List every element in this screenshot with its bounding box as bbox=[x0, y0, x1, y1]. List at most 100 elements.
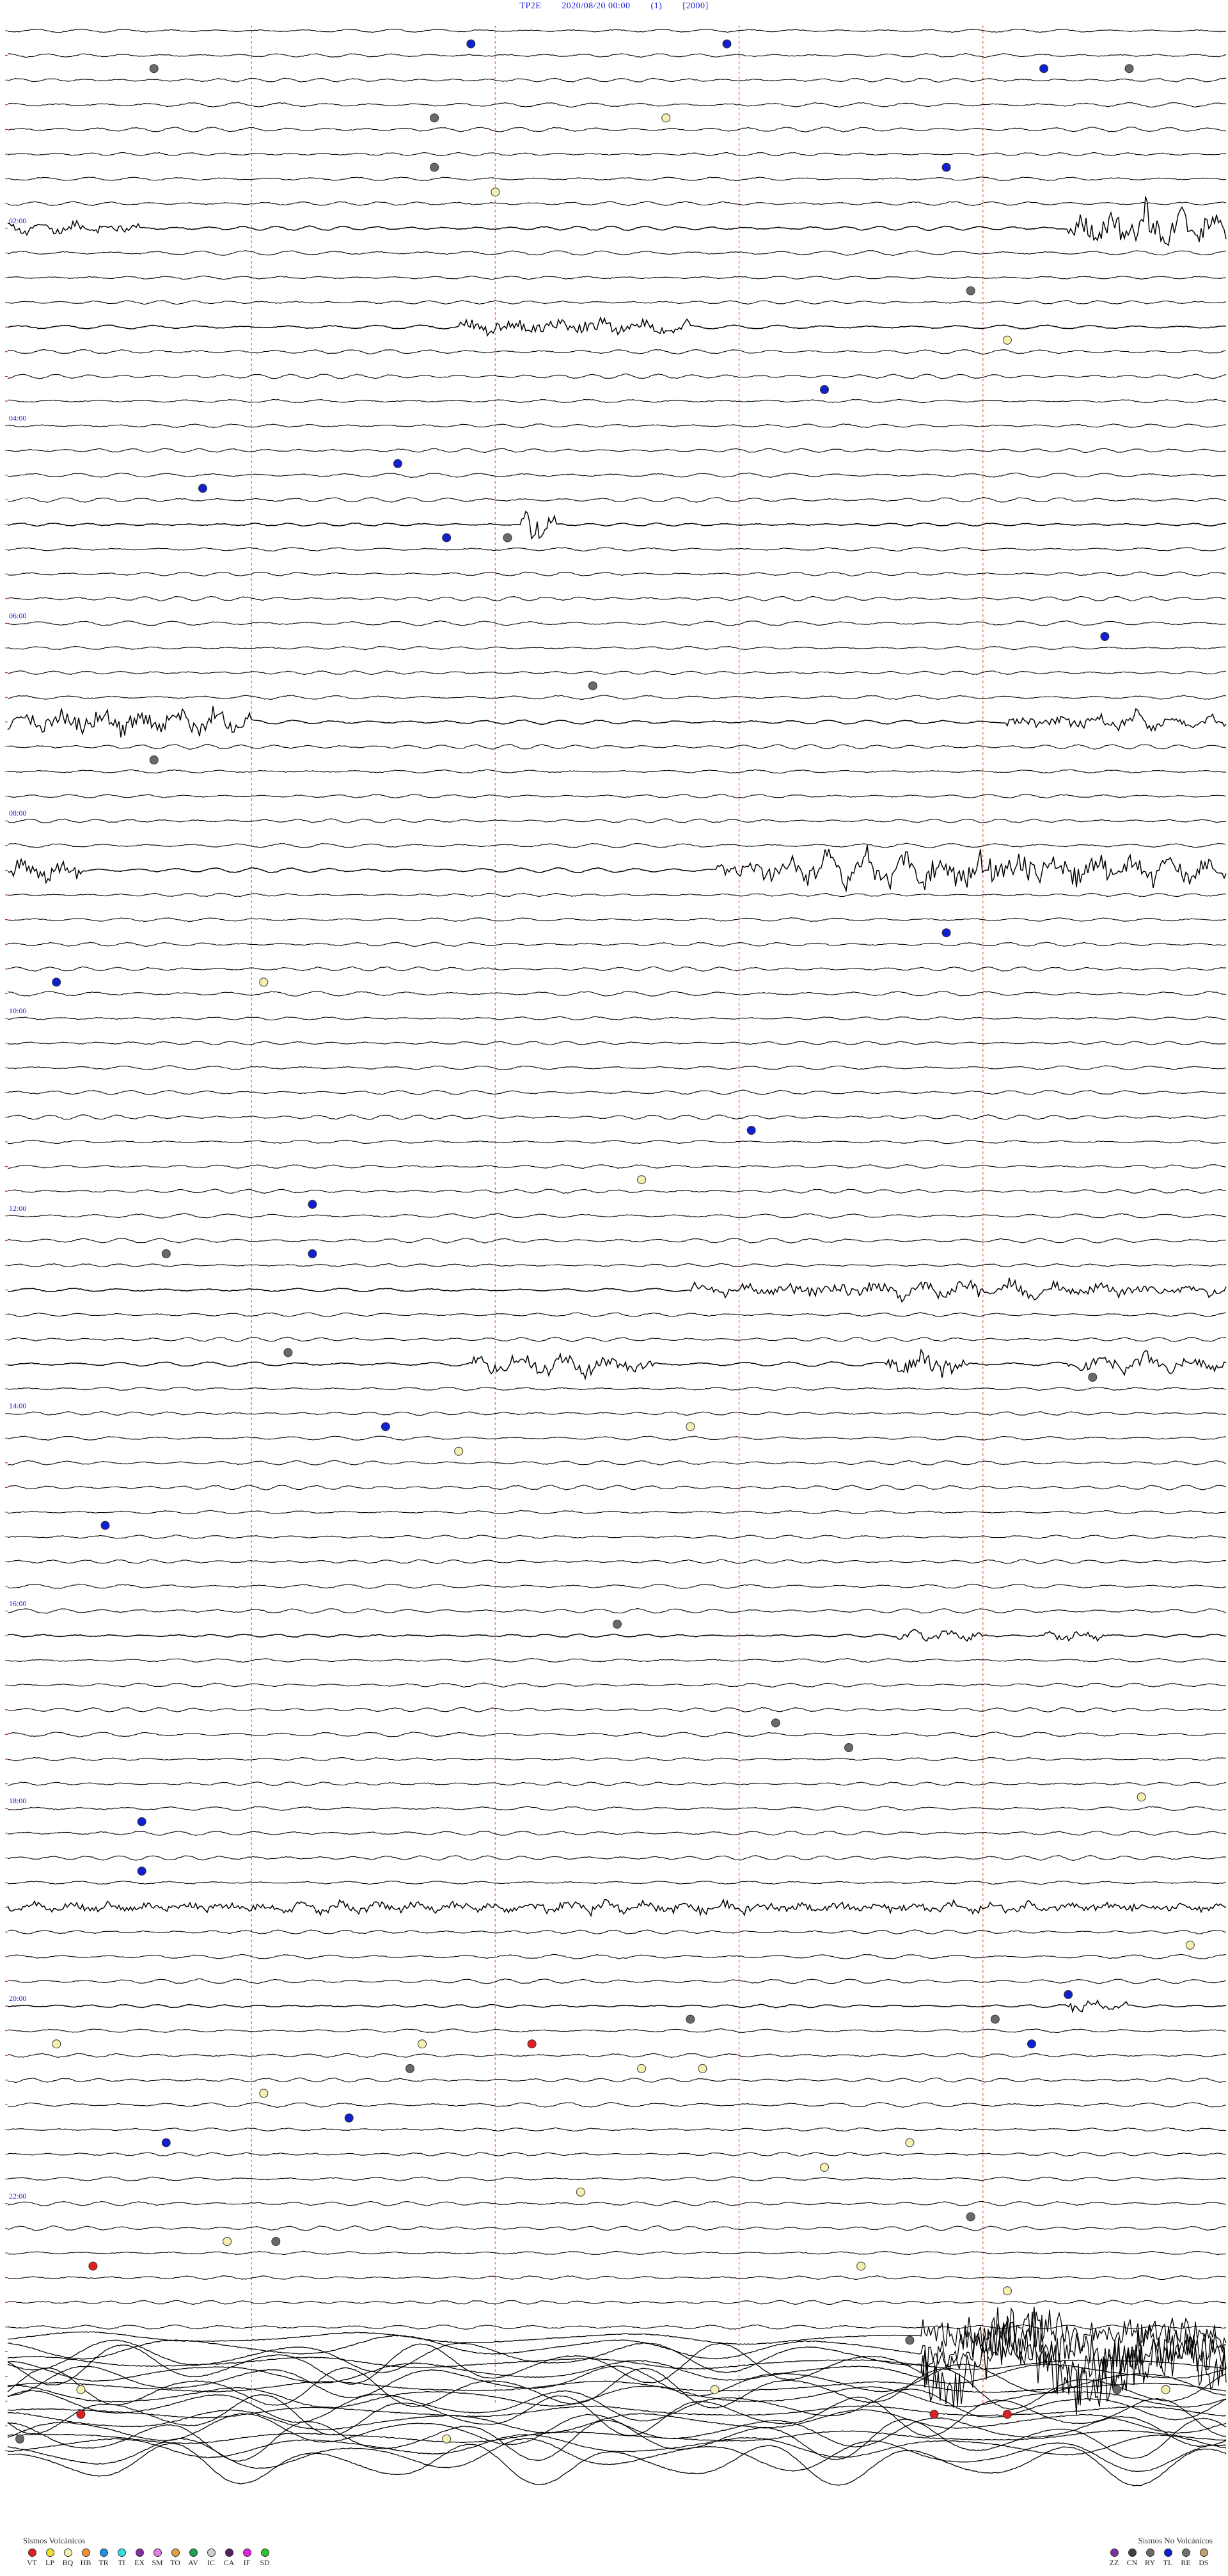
event-marker-ry bbox=[149, 64, 159, 74]
event-marker-tl bbox=[52, 977, 61, 987]
legend-volcanic-swatch-lp bbox=[45, 2548, 54, 2557]
legend-volcanic-swatch-ex bbox=[135, 2548, 144, 2557]
event-marker-tl bbox=[161, 2138, 171, 2147]
event-marker-ry bbox=[430, 162, 439, 172]
legend-volcanic-item-av: AV bbox=[184, 2548, 202, 2567]
event-marker-bq bbox=[442, 2434, 452, 2444]
trace-line-37 bbox=[7, 942, 1227, 947]
trace-line-6 bbox=[8, 177, 1227, 182]
legend-volcanic: Sismos Volcánicos VT LP BQ HB TR TI EX SM TO AV IC… bbox=[23, 2536, 274, 2567]
event-marker-ry bbox=[503, 533, 512, 542]
legend-nonvolcanic-item-ds: DS bbox=[1195, 2548, 1213, 2567]
legend-volcanic-label-to: TO bbox=[170, 2558, 180, 2567]
trace-line-61 bbox=[7, 1535, 1227, 1540]
legend-volcanic-title: Sismos Volcánicos bbox=[23, 2536, 86, 2545]
legend-volcanic-item-lp: LP bbox=[41, 2548, 59, 2567]
legend-nonvolcanic-item-re: RE bbox=[1177, 2548, 1195, 2567]
trace-line-28 bbox=[7, 706, 1227, 738]
legend-volcanic-label-tr: TR bbox=[98, 2558, 109, 2567]
legend-volcanic-swatch-ca bbox=[224, 2548, 233, 2557]
event-marker-tl bbox=[344, 2114, 354, 2122]
event-marker-bq bbox=[52, 2039, 61, 2049]
event-marker-bq bbox=[661, 113, 671, 123]
legend-nonvolcanic-label-cn: CN bbox=[1126, 2558, 1138, 2567]
event-marker-bq bbox=[1137, 1792, 1146, 1802]
event-marker-bq bbox=[491, 187, 500, 197]
trace-line-59 bbox=[7, 1485, 1227, 1490]
event-marker-tl bbox=[466, 39, 476, 49]
trace-line-1 bbox=[7, 52, 1227, 58]
hour-label-layer: 02:00 04:00 06:00 08:00 10:00 12:00 14:00 16:00… bbox=[9, 216, 26, 2201]
legend-nonvolcanic-item-ry: RY bbox=[1141, 2548, 1159, 2567]
event-marker-tl bbox=[820, 385, 829, 394]
legend-volcanic-label-ex: EX bbox=[134, 2558, 145, 2567]
event-marker-tl bbox=[442, 533, 452, 542]
event-marker-tl bbox=[941, 162, 951, 172]
legend-volcanic-swatch-if bbox=[242, 2548, 251, 2557]
trace-line-89 bbox=[7, 2225, 1227, 2231]
trace-line-46 bbox=[7, 1164, 1227, 1169]
event-marker-ry bbox=[430, 113, 439, 123]
trace-line-38 bbox=[7, 966, 1227, 972]
legend-volcanic-items: VT LP BQ HB TR TI EX SM TO AV IC CA IF SD bbox=[23, 2548, 274, 2567]
legend-volcanic-label-ti: TI bbox=[118, 2558, 125, 2567]
hour-label: 02:00 bbox=[9, 216, 26, 225]
trace-line-11 bbox=[7, 300, 1227, 305]
trace-line-74 bbox=[7, 1855, 1227, 1861]
event-marker-ry bbox=[966, 286, 975, 296]
legend-nonvolcanic-label-ds: DS bbox=[1199, 2558, 1209, 2567]
trace-line-54 bbox=[7, 1348, 1227, 1381]
event-marker-tl bbox=[198, 484, 207, 493]
legend-nonvolcanic-swatch-zz bbox=[1110, 2548, 1119, 2557]
hour-label: 18:00 bbox=[9, 1796, 26, 1805]
event-marker-ry bbox=[686, 2014, 695, 2024]
trace-line-10 bbox=[7, 275, 1227, 280]
trace-line-32 bbox=[7, 818, 1227, 823]
trace-line-2 bbox=[7, 77, 1227, 83]
legend-volcanic-swatch-bq bbox=[63, 2548, 72, 2557]
trace-line-68 bbox=[7, 1707, 1227, 1712]
legend-nonvolcanic-swatch-cn bbox=[1128, 2548, 1137, 2557]
legend-volcanic-item-hb: HB bbox=[77, 2548, 95, 2567]
trace-line-72 bbox=[7, 1806, 1227, 1812]
trace-line-14 bbox=[7, 374, 1227, 379]
event-marker-bq bbox=[76, 2385, 86, 2394]
legend-nonvolcanic-label-ry: RY bbox=[1144, 2558, 1155, 2567]
trace-line-9 bbox=[7, 250, 1227, 256]
trace-line-47 bbox=[7, 1189, 1227, 1194]
trace-line-81 bbox=[7, 2028, 1227, 2034]
event-marker-bq bbox=[856, 2261, 866, 2271]
trace-line-58 bbox=[7, 1460, 1227, 1466]
event-marker-ry bbox=[1124, 64, 1134, 74]
start-datetime: 2020/08/20 00:00 bbox=[562, 1, 631, 11]
trace-line-20 bbox=[7, 510, 1226, 541]
trace-line-18 bbox=[7, 472, 1227, 478]
trace-line-50 bbox=[7, 1263, 1227, 1268]
event-marker-vt bbox=[88, 2261, 98, 2271]
legend-volcanic-swatch-to bbox=[171, 2548, 180, 2557]
event-marker-bq bbox=[223, 2237, 232, 2246]
trace-line-19 bbox=[7, 497, 1227, 503]
legend-volcanic-swatch-sd bbox=[260, 2548, 269, 2557]
legend-volcanic-swatch-ic bbox=[207, 2548, 216, 2557]
legend-nonvolcanic-items: ZZ CN RY TL RE DS bbox=[1105, 2548, 1213, 2567]
event-marker-tl bbox=[1100, 632, 1110, 641]
trace-line-77 bbox=[7, 1929, 1227, 1934]
trace-line-53 bbox=[7, 1336, 1227, 1342]
event-marker-tl bbox=[1039, 64, 1049, 74]
trace-line-24 bbox=[7, 620, 1227, 626]
event-marker-ry bbox=[771, 1718, 780, 1728]
legend-volcanic-item-sd: SD bbox=[256, 2548, 274, 2567]
trace-line-41 bbox=[7, 1041, 1227, 1046]
trace-line-88 bbox=[7, 2201, 1227, 2206]
event-marker-vt bbox=[76, 2410, 86, 2419]
trace-line-29 bbox=[7, 743, 1227, 750]
hour-label: 08:00 bbox=[9, 809, 26, 818]
trace-line-79 bbox=[7, 1979, 1227, 1984]
legend-volcanic-item-ic: IC bbox=[202, 2548, 220, 2567]
trace-line-25 bbox=[7, 645, 1227, 651]
legend-volcanic-item-ex: EX bbox=[130, 2548, 148, 2567]
trace-line-97-2 bbox=[7, 2413, 1227, 2447]
trace-line-83 bbox=[7, 2077, 1227, 2083]
trace-line-52 bbox=[7, 1312, 1227, 1317]
